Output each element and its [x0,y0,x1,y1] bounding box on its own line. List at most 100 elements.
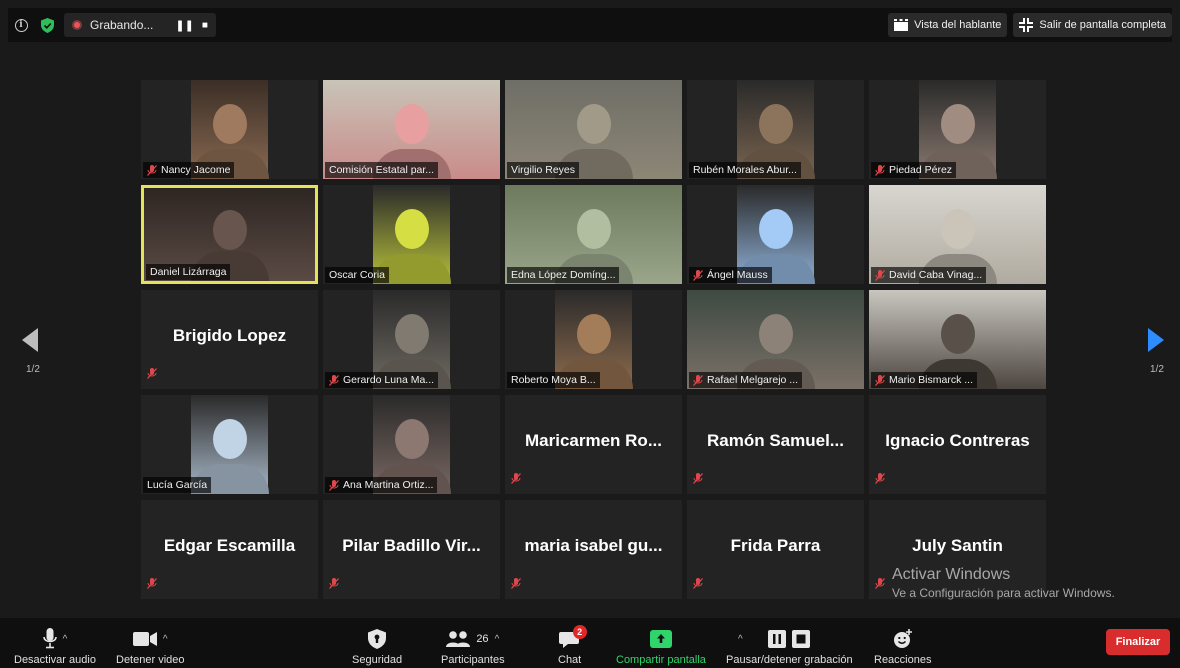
participant-name: maria isabel gu... [524,536,663,555]
muted-microphone-icon [875,375,885,386]
participant-tile[interactable]: Lucía García [141,395,318,494]
participant-name: Ramón Samuel... [707,431,844,450]
participant-tile[interactable]: Virgilio Reyes [505,80,682,179]
participant-face [576,208,611,249]
participant-name: Comisión Estatal par... [329,164,435,176]
pause-stop-recording-button[interactable]: Pausar/detener grabación [726,624,853,666]
participant-name-label: Ángel Mauss [689,267,772,283]
view-controls: Vista del hablante Salir de pantalla com… [888,8,1172,42]
audio-options-chevron-icon[interactable]: ^ [63,634,68,645]
participant-tile[interactable]: Brigido Lopez [141,290,318,389]
participant-tile[interactable]: Gerardo Luna Ma... [323,290,500,389]
participant-name: Frida Parra [730,536,821,555]
watermark-subtitle: Ve a Configuración para activar Windows. [892,586,1115,600]
participant-tile[interactable]: Roberto Moya B... [505,290,682,389]
muted-microphone-icon [693,375,703,386]
exit-fullscreen-icon [1019,18,1034,32]
participant-name: Brigido Lopez [172,326,287,345]
participant-face [758,208,793,249]
microphone-icon [42,628,57,649]
share-screen-icon [649,630,672,648]
chat-unread-badge: 2 [572,625,587,639]
reactions-button[interactable]: Reacciones [874,624,931,666]
participant-name-label: Edna López Domíng... [507,267,620,283]
participant-tile[interactable]: Maricarmen Ro... [505,395,682,494]
participant-tile[interactable]: Daniel Lizárraga [141,185,318,284]
meeting-info-icon[interactable]: i [8,8,34,42]
participant-tile[interactable]: Comisión Estatal par... [323,80,500,179]
muted-microphone-icon [875,471,885,489]
mute-audio-label: Desactivar audio [14,654,96,666]
recording-indicator: Grabando... ❚❚ ■ [64,13,216,37]
encryption-shield-icon[interactable] [34,8,60,42]
stop-video-button[interactable]: ^ Detener video [116,624,185,666]
participant-name: Edna López Domíng... [511,269,616,281]
windows-activation-watermark: Activar Windows Ve a Configuración para … [892,566,1115,600]
participants-label: Participantes [441,654,505,666]
participant-name: Virgilio Reyes [511,164,575,176]
participant-tile[interactable]: Ignacio Contreras [869,395,1046,494]
participant-name-label: Nancy Jacome [143,162,235,178]
muted-microphone-icon [329,375,339,386]
participant-face [758,103,793,144]
participant-tile[interactable]: Piedad Pérez [869,80,1046,179]
participant-tile[interactable]: Nancy Jacome [141,80,318,179]
pause-recording-icon[interactable]: ❚❚ [175,19,193,32]
muted-microphone-icon [147,576,157,594]
participant-face [212,103,247,144]
exit-fullscreen-button[interactable]: Salir de pantalla completa [1013,13,1172,37]
end-meeting-button[interactable]: Finalizar [1106,629,1170,655]
participant-tile[interactable]: Mario Bismarck ... [869,290,1046,389]
participant-face [758,313,793,354]
participant-tile[interactable]: David Caba Vinag... [869,185,1046,284]
participant-tile[interactable]: Ana Martina Ortiz... [323,395,500,494]
participant-name-label: Rubén Morales Abur... [689,162,801,178]
muted-microphone-icon [693,471,703,489]
participant-name: Ana Martina Ortiz... [343,479,434,491]
participant-tile[interactable]: Rubén Morales Abur... [687,80,864,179]
participant-tile[interactable]: Pilar Badillo Vir... [323,500,500,599]
participant-tile[interactable]: Ángel Mauss [687,185,864,284]
participant-tile[interactable]: Ramón Samuel... [687,395,864,494]
participant-name: Pilar Badillo Vir... [342,536,481,555]
muted-microphone-icon [693,270,703,281]
participant-face [394,313,429,354]
participant-name: Nancy Jacome [161,164,231,176]
stop-recording-icon[interactable]: ■ [202,20,208,31]
mute-audio-button[interactable]: ^ Desactivar audio [14,624,96,666]
participant-face [576,313,611,354]
video-options-chevron-icon[interactable]: ^ [163,634,168,645]
participant-face [940,313,975,354]
participant-tile[interactable]: Rafael Melgarejo ... [687,290,864,389]
participant-name: Edgar Escamilla [163,536,296,555]
security-label: Seguridad [352,654,403,666]
participant-tile[interactable]: Oscar Coria [323,185,500,284]
speaker-view-button[interactable]: Vista del hablante [888,13,1008,37]
security-button[interactable]: Seguridad [352,624,402,666]
chat-label: Chat [558,654,582,666]
stop-video-label: Detener video [116,654,185,666]
participant-tile[interactable]: Edna López Domíng... [505,185,682,284]
participant-name-label: Gerardo Luna Ma... [325,372,439,388]
share-screen-button[interactable]: ^ Compartir pantalla [616,624,743,666]
participant-tile[interactable]: maria isabel gu... [505,500,682,599]
participant-face [212,418,247,459]
muted-microphone-icon [329,576,339,594]
participant-name: Rafael Melgarejo ... [707,374,799,386]
participant-tile[interactable]: Edgar Escamilla [141,500,318,599]
participant-grid: Nancy Jacome Comisión Estatal par... Virgi… [141,80,1050,600]
chat-button[interactable]: 2 Chat [558,624,587,666]
participant-name-label: Roberto Moya B... [507,372,600,388]
participants-button[interactable]: 26 ^ Participantes [441,624,505,666]
exit-fullscreen-label: Salir de pantalla completa [1039,19,1166,31]
participant-name-label: Comisión Estatal par... [325,162,439,178]
participant-face [940,103,975,144]
participant-tile[interactable]: Frida Parra [687,500,864,599]
participant-face [212,210,247,251]
meeting-status-group: i Grabando... ❚❚ ■ [8,8,216,42]
participants-options-chevron-icon[interactable]: ^ [495,634,500,645]
participant-name: Mario Bismarck ... [889,374,974,386]
participant-name: Piedad Pérez [889,164,953,176]
meeting-toolbar: ^ Desactivar audio ^ Detener video Segur… [0,618,1180,668]
reactions-label: Reacciones [874,654,932,666]
